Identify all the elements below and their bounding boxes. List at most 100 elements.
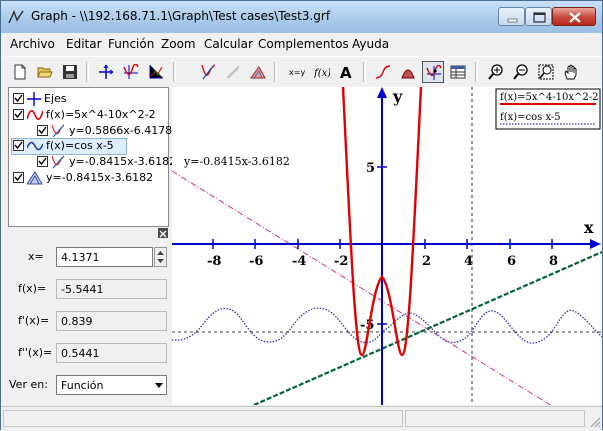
graph-app-icon [8, 10, 24, 24]
x-tick-label: -4 [292, 254, 306, 269]
menu-archivo[interactable]: Archivo [10, 37, 55, 51]
relation-icon[interactable] [247, 61, 269, 83]
axes-icon [27, 92, 41, 106]
x-axis-arrow-icon [590, 239, 601, 249]
tangent-icon [51, 124, 65, 138]
trace-icon[interactable] [372, 61, 394, 83]
svg-text:x=y: x=y [289, 68, 305, 77]
zoom-out-icon[interactable] [510, 61, 532, 83]
insert-point-series-icon[interactable] [145, 61, 167, 83]
toolbar: x=y f(x) A [1, 56, 602, 87]
x-value-input[interactable]: 4.1371 [56, 247, 153, 267]
tangent-line-1[interactable] [253, 250, 602, 405]
graph-area[interactable]: -8 -6 -4 -2 2 4 6 8 5 -5 x y y=-0.8415x-… [172, 87, 602, 405]
table-icon[interactable] [447, 61, 469, 83]
view-select[interactable]: Función [56, 375, 167, 395]
legend: f(x)=5x^4-10x^2-2 f(x)=cos x-5 [495, 88, 601, 130]
tangent-icon[interactable] [197, 61, 219, 83]
zoom-fit-icon[interactable] [535, 61, 557, 83]
new-file-icon[interactable] [9, 61, 31, 83]
view-select-value: Función [61, 379, 104, 392]
x-tick-label: -8 [207, 254, 221, 269]
x-tick-label: 4 [464, 254, 473, 269]
custom-function-icon[interactable]: f(x) [311, 61, 333, 83]
shading-icon[interactable] [222, 61, 244, 83]
menu-editar[interactable]: Editar [66, 37, 102, 51]
tree-item-label: f(x)=5x^4-10x^2-2 [46, 108, 156, 121]
menu-complementos[interactable]: Complementos [258, 37, 349, 51]
x-tick-label: -2 [334, 254, 348, 269]
tree-item-tangent-1[interactable]: y=0.5866x-6.4178 [11, 123, 172, 139]
svg-text:f(x): f(x) [314, 68, 330, 79]
legend-entry-cosine: f(x)=cos x-5 [500, 112, 561, 123]
title-bar[interactable]: Graph - \\192.168.71.1\Graph\Test cases\… [1, 1, 602, 33]
x-tick-label: -6 [249, 254, 263, 269]
app-window: Graph - \\192.168.71.1\Graph\Test cases\… [0, 0, 603, 431]
visibility-checkbox[interactable] [37, 125, 48, 136]
fx-label: f(x)= [18, 282, 47, 295]
visibility-checkbox[interactable] [13, 172, 24, 183]
tree-item-cosine-function[interactable]: f(x)=cos x-5 [11, 138, 127, 155]
evaluate-panel: x= 4.1371 f(x)= -5.5441 f'(x)= 0.839 f''… [8, 237, 170, 403]
status-panel-main [3, 410, 403, 427]
evaluate-icon[interactable] [422, 61, 444, 83]
tree-item-tangent-2[interactable]: y=-0.8415x-3.6182 [11, 154, 176, 170]
tree-item-relation[interactable]: y=-0.8415x-3.6182 [11, 170, 161, 186]
visibility-checkbox[interactable] [37, 156, 48, 167]
area-icon[interactable] [397, 61, 419, 83]
x-tick-label: 2 [422, 254, 431, 269]
x-tick-label: 8 [549, 254, 558, 269]
open-folder-icon[interactable] [34, 61, 56, 83]
y-tick-label: 5 [366, 161, 375, 176]
tree-item-axes[interactable]: Ejes [11, 91, 161, 107]
cosine-curve[interactable] [172, 307, 602, 344]
fx-value: -5.5441 [56, 279, 167, 299]
x-axis-label: x [584, 218, 594, 237]
menu-ayuda[interactable]: Ayuda [352, 37, 389, 51]
pan-hand-icon[interactable] [560, 61, 582, 83]
resize-grip-icon[interactable] [589, 416, 601, 428]
legend-entry-quartic: f(x)=5x^4-10x^2-2 [500, 92, 599, 103]
maximize-button[interactable] [525, 7, 552, 26]
tree-item-quartic-function[interactable]: f(x)=5x^4-10x^2-2 [11, 107, 161, 123]
status-panel-coords [405, 410, 585, 427]
insert-function-icon[interactable] [120, 61, 142, 83]
minimize-button[interactable] [498, 7, 525, 26]
visibility-checkbox[interactable] [13, 109, 24, 120]
menu-zoom[interactable]: Zoom [161, 37, 196, 51]
status-bar [1, 406, 602, 431]
visibility-checkbox[interactable] [13, 93, 24, 104]
graph-canvas[interactable]: -8 -6 -4 -2 2 4 6 8 5 -5 x y y=-0.8415x-… [172, 87, 602, 405]
zoom-in-icon[interactable] [485, 61, 507, 83]
tree-item-label: y=-0.8415x-3.6182 [46, 171, 154, 184]
y-axis-arrow-icon [377, 87, 387, 98]
save-icon[interactable] [59, 61, 81, 83]
relation-icon [27, 171, 43, 185]
tree-item-label: f(x)=cos x-5 [46, 139, 114, 152]
tree-item-label: y=-0.8415x-3.6182 [69, 155, 177, 168]
axes-icon[interactable] [95, 61, 117, 83]
text-label-icon[interactable]: x=y [286, 61, 308, 83]
tangent-icon [51, 155, 65, 169]
f2-value: 0.5441 [56, 343, 167, 363]
tree-item-label: y=0.5866x-6.4178 [69, 124, 173, 137]
x-spinner[interactable] [154, 247, 167, 267]
visibility-checkbox[interactable] [13, 140, 24, 151]
function-curve-icon [27, 141, 43, 151]
menu-bar: Archivo Editar Función Zoom Calcular Com… [1, 33, 602, 55]
f1-value: 0.839 [56, 311, 167, 331]
f2-label: f''(x)= [18, 346, 53, 359]
menu-calcular[interactable]: Calcular [204, 37, 253, 51]
close-button[interactable] [552, 7, 596, 26]
view-label: Ver en: [9, 378, 48, 391]
tangent-label: y=-0.8415x-3.6182 [183, 155, 290, 168]
menu-funcion[interactable]: Función [108, 37, 154, 51]
window-title: Graph - \\192.168.71.1\Graph\Test cases\… [31, 9, 331, 23]
svg-text:A: A [340, 64, 352, 80]
function-tree: Ejes f(x)=5x^4-10x^2-2 y=0.5866x-6.4178 … [8, 87, 176, 227]
chevron-down-icon [155, 383, 163, 388]
font-icon[interactable]: A [336, 61, 358, 83]
x-label: x= [28, 250, 44, 263]
tree-item-label: Ejes [44, 92, 67, 105]
x-tick-label: 6 [507, 254, 516, 269]
